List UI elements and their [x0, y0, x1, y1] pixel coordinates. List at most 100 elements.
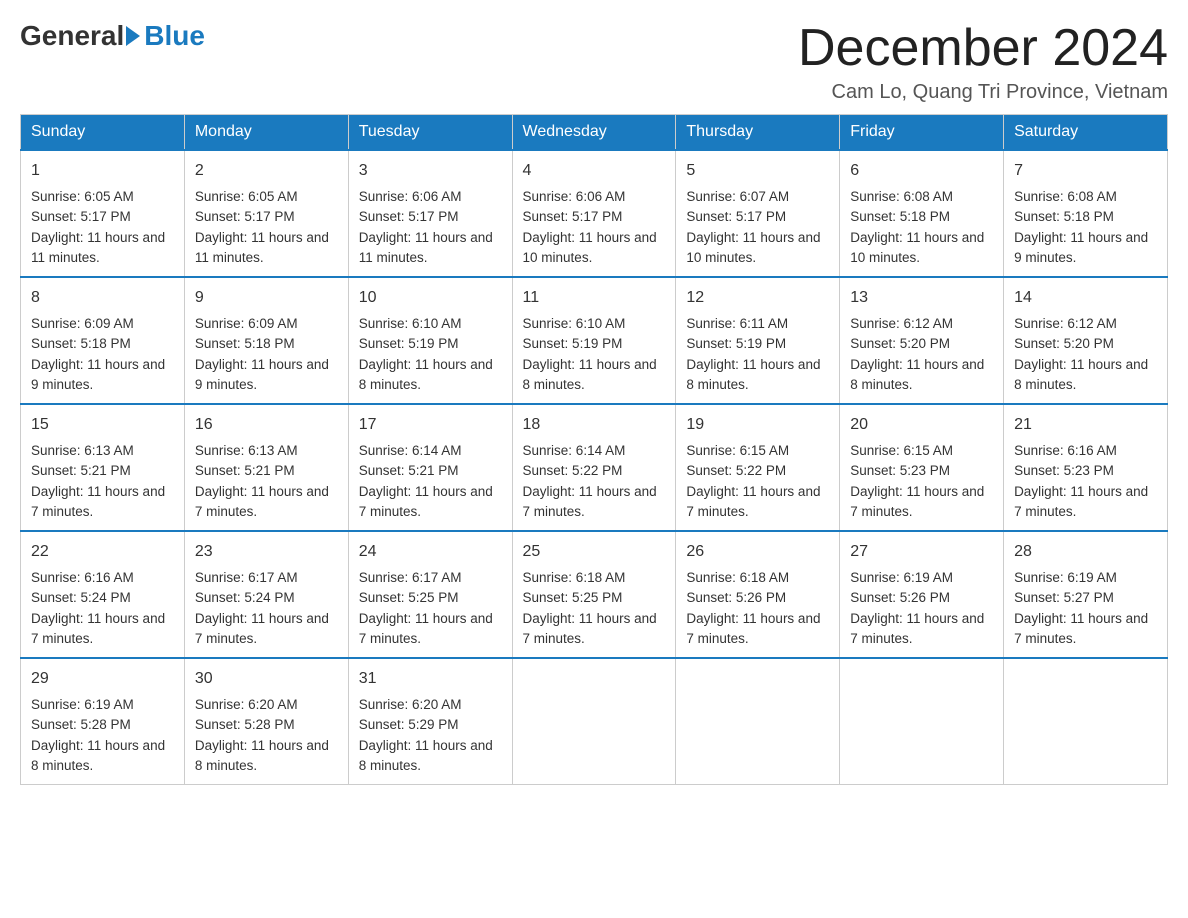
sunrise-label: Sunrise: 6:13 AM [31, 443, 134, 458]
calendar-week-row: 15 Sunrise: 6:13 AM Sunset: 5:21 PM Dayl… [21, 404, 1168, 531]
sunset-label: Sunset: 5:19 PM [686, 336, 786, 351]
daylight-label: Daylight: 11 hours and 8 minutes. [686, 357, 820, 392]
sunrise-label: Sunrise: 6:12 AM [1014, 316, 1117, 331]
daylight-label: Daylight: 11 hours and 11 minutes. [359, 230, 493, 265]
sunset-label: Sunset: 5:23 PM [1014, 463, 1114, 478]
day-number: 13 [850, 286, 993, 310]
calendar-body: 1 Sunrise: 6:05 AM Sunset: 5:17 PM Dayli… [21, 150, 1168, 785]
calendar-day-cell [512, 658, 676, 785]
calendar-day-cell: 1 Sunrise: 6:05 AM Sunset: 5:17 PM Dayli… [21, 150, 185, 277]
sunset-label: Sunset: 5:19 PM [359, 336, 459, 351]
daylight-label: Daylight: 11 hours and 8 minutes. [523, 357, 657, 392]
day-number: 2 [195, 159, 338, 183]
daylight-label: Daylight: 11 hours and 8 minutes. [359, 738, 493, 773]
sunset-label: Sunset: 5:17 PM [31, 209, 131, 224]
sunset-label: Sunset: 5:18 PM [31, 336, 131, 351]
daylight-label: Daylight: 11 hours and 9 minutes. [1014, 230, 1148, 265]
day-number: 3 [359, 159, 502, 183]
sunset-label: Sunset: 5:22 PM [523, 463, 623, 478]
calendar-table: SundayMondayTuesdayWednesdayThursdayFrid… [20, 114, 1168, 785]
daylight-label: Daylight: 11 hours and 11 minutes. [195, 230, 329, 265]
day-number: 12 [686, 286, 829, 310]
sunrise-label: Sunrise: 6:19 AM [31, 697, 134, 712]
calendar-day-cell: 10 Sunrise: 6:10 AM Sunset: 5:19 PM Dayl… [348, 277, 512, 404]
sunrise-label: Sunrise: 6:13 AM [195, 443, 298, 458]
calendar-day-header: Saturday [1004, 115, 1168, 151]
calendar-day-cell: 4 Sunrise: 6:06 AM Sunset: 5:17 PM Dayli… [512, 150, 676, 277]
calendar-day-cell [1004, 658, 1168, 785]
sunrise-label: Sunrise: 6:19 AM [850, 570, 953, 585]
sunset-label: Sunset: 5:26 PM [850, 590, 950, 605]
sunset-label: Sunset: 5:20 PM [850, 336, 950, 351]
sunset-label: Sunset: 5:18 PM [850, 209, 950, 224]
logo-arrow-icon [126, 26, 140, 46]
calendar-day-cell: 13 Sunrise: 6:12 AM Sunset: 5:20 PM Dayl… [840, 277, 1004, 404]
sunrise-label: Sunrise: 6:14 AM [523, 443, 626, 458]
day-number: 25 [523, 540, 666, 564]
sunset-label: Sunset: 5:22 PM [686, 463, 786, 478]
calendar-day-cell: 22 Sunrise: 6:16 AM Sunset: 5:24 PM Dayl… [21, 531, 185, 658]
sunrise-label: Sunrise: 6:16 AM [1014, 443, 1117, 458]
calendar-header-row: SundayMondayTuesdayWednesdayThursdayFrid… [21, 115, 1168, 151]
day-number: 29 [31, 667, 174, 691]
sunrise-label: Sunrise: 6:16 AM [31, 570, 134, 585]
day-number: 18 [523, 413, 666, 437]
daylight-label: Daylight: 11 hours and 8 minutes. [195, 738, 329, 773]
day-number: 15 [31, 413, 174, 437]
calendar-day-cell: 12 Sunrise: 6:11 AM Sunset: 5:19 PM Dayl… [676, 277, 840, 404]
sunrise-label: Sunrise: 6:09 AM [195, 316, 298, 331]
daylight-label: Daylight: 11 hours and 7 minutes. [523, 611, 657, 646]
sunset-label: Sunset: 5:24 PM [195, 590, 295, 605]
daylight-label: Daylight: 11 hours and 7 minutes. [686, 484, 820, 519]
calendar-day-cell: 8 Sunrise: 6:09 AM Sunset: 5:18 PM Dayli… [21, 277, 185, 404]
sunset-label: Sunset: 5:18 PM [1014, 209, 1114, 224]
calendar-day-cell: 6 Sunrise: 6:08 AM Sunset: 5:18 PM Dayli… [840, 150, 1004, 277]
calendar-week-row: 29 Sunrise: 6:19 AM Sunset: 5:28 PM Dayl… [21, 658, 1168, 785]
daylight-label: Daylight: 11 hours and 11 minutes. [31, 230, 165, 265]
day-number: 17 [359, 413, 502, 437]
calendar-day-cell: 23 Sunrise: 6:17 AM Sunset: 5:24 PM Dayl… [184, 531, 348, 658]
calendar-day-header: Thursday [676, 115, 840, 151]
sunrise-label: Sunrise: 6:17 AM [195, 570, 298, 585]
logo-general-text: General [20, 20, 124, 52]
sunset-label: Sunset: 5:17 PM [686, 209, 786, 224]
calendar-day-header: Monday [184, 115, 348, 151]
day-number: 28 [1014, 540, 1157, 564]
daylight-label: Daylight: 11 hours and 10 minutes. [686, 230, 820, 265]
day-number: 31 [359, 667, 502, 691]
day-number: 24 [359, 540, 502, 564]
daylight-label: Daylight: 11 hours and 9 minutes. [195, 357, 329, 392]
day-number: 11 [523, 286, 666, 310]
sunset-label: Sunset: 5:21 PM [359, 463, 459, 478]
calendar-day-cell: 31 Sunrise: 6:20 AM Sunset: 5:29 PM Dayl… [348, 658, 512, 785]
calendar-day-cell: 7 Sunrise: 6:08 AM Sunset: 5:18 PM Dayli… [1004, 150, 1168, 277]
day-number: 6 [850, 159, 993, 183]
sunset-label: Sunset: 5:21 PM [195, 463, 295, 478]
sunrise-label: Sunrise: 6:06 AM [523, 189, 626, 204]
day-number: 27 [850, 540, 993, 564]
daylight-label: Daylight: 11 hours and 7 minutes. [195, 611, 329, 646]
day-number: 10 [359, 286, 502, 310]
daylight-label: Daylight: 11 hours and 7 minutes. [1014, 611, 1148, 646]
day-number: 7 [1014, 159, 1157, 183]
calendar-day-header: Sunday [21, 115, 185, 151]
sunset-label: Sunset: 5:26 PM [686, 590, 786, 605]
calendar-week-row: 22 Sunrise: 6:16 AM Sunset: 5:24 PM Dayl… [21, 531, 1168, 658]
sunrise-label: Sunrise: 6:11 AM [686, 316, 788, 331]
day-number: 5 [686, 159, 829, 183]
sunset-label: Sunset: 5:28 PM [31, 717, 131, 732]
sunrise-label: Sunrise: 6:09 AM [31, 316, 134, 331]
sunset-label: Sunset: 5:17 PM [359, 209, 459, 224]
daylight-label: Daylight: 11 hours and 7 minutes. [1014, 484, 1148, 519]
calendar-day-header: Wednesday [512, 115, 676, 151]
sunrise-label: Sunrise: 6:20 AM [195, 697, 298, 712]
sunrise-label: Sunrise: 6:15 AM [686, 443, 789, 458]
sunrise-label: Sunrise: 6:15 AM [850, 443, 953, 458]
daylight-label: Daylight: 11 hours and 8 minutes. [31, 738, 165, 773]
sunset-label: Sunset: 5:17 PM [195, 209, 295, 224]
calendar-day-cell: 28 Sunrise: 6:19 AM Sunset: 5:27 PM Dayl… [1004, 531, 1168, 658]
daylight-label: Daylight: 11 hours and 7 minutes. [359, 484, 493, 519]
sunrise-label: Sunrise: 6:10 AM [523, 316, 626, 331]
calendar-day-cell: 26 Sunrise: 6:18 AM Sunset: 5:26 PM Dayl… [676, 531, 840, 658]
logo: General Blue [20, 20, 205, 52]
